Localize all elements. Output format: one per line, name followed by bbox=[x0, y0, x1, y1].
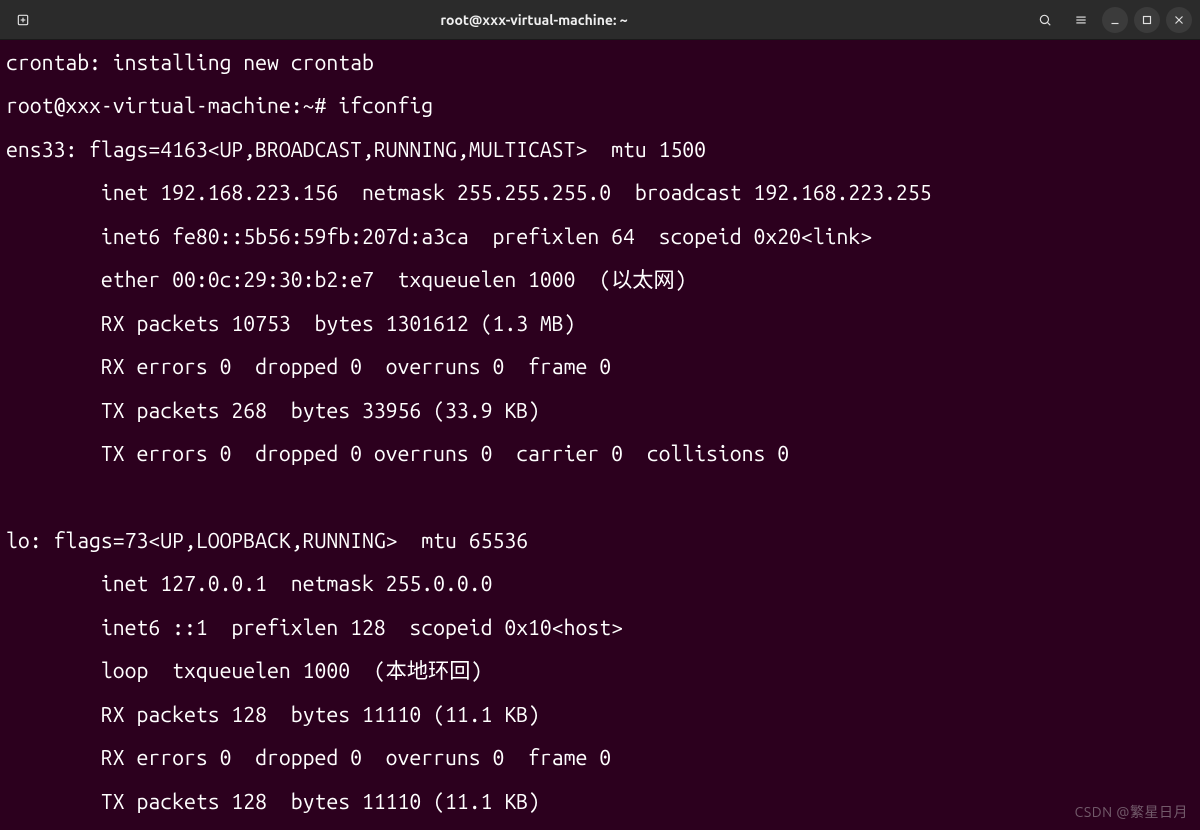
watermark: CSDN @繁星日月 bbox=[1075, 802, 1188, 822]
maximize-button[interactable] bbox=[1134, 7, 1160, 33]
window-title: root@xxx-virtual-machine: ~ bbox=[38, 12, 1030, 28]
titlebar: root@xxx-virtual-machine: ~ bbox=[0, 0, 1200, 40]
minimize-button[interactable] bbox=[1102, 7, 1128, 33]
terminal-output[interactable]: crontab: installing new crontab root@xxx… bbox=[0, 40, 1200, 826]
new-tab-button[interactable] bbox=[8, 5, 38, 35]
close-button[interactable] bbox=[1166, 7, 1192, 33]
search-button[interactable] bbox=[1030, 5, 1060, 35]
hamburger-menu-button[interactable] bbox=[1066, 5, 1096, 35]
